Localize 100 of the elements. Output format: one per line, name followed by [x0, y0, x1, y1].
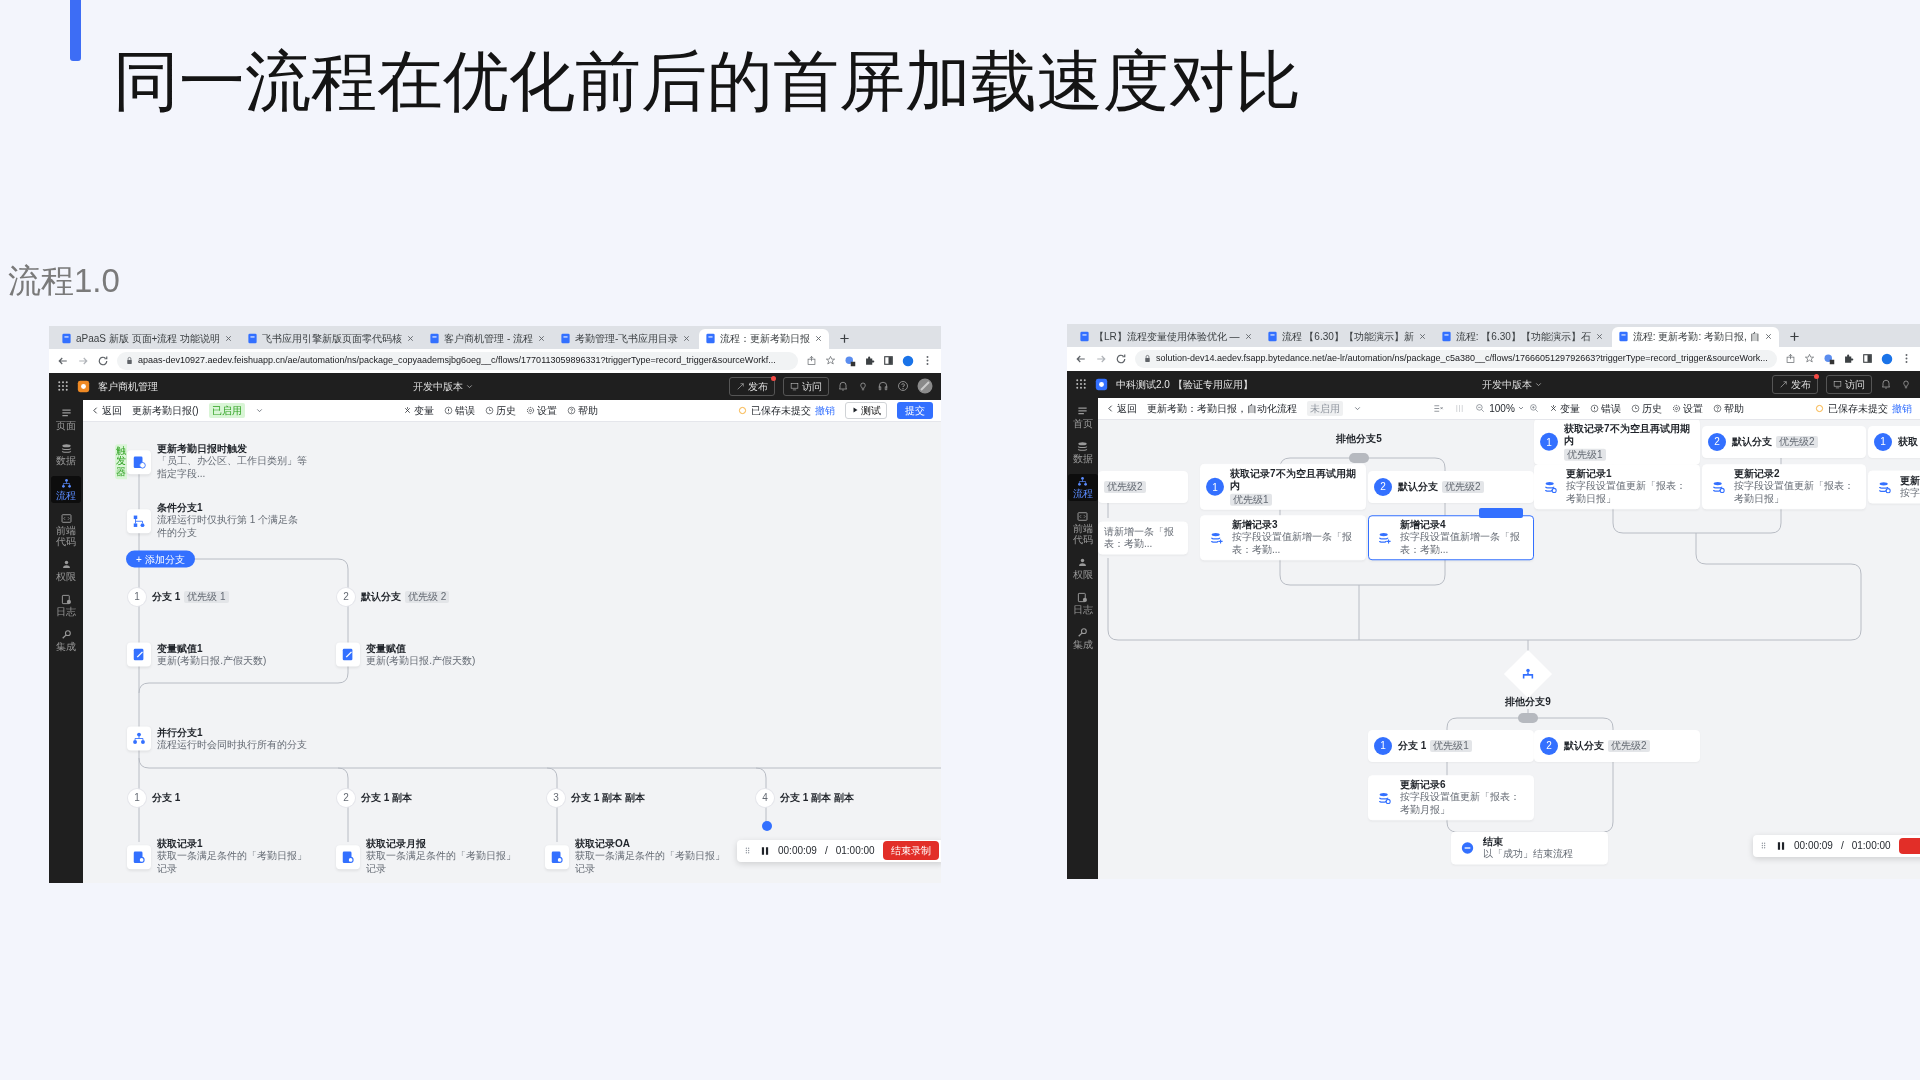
sidebar-item[interactable]: 数据 [1067, 438, 1098, 466]
toolbar-button[interactable]: 帮助 [1712, 400, 1744, 416]
add-branch-button[interactable]: + 添加分支 [126, 550, 195, 568]
app-grid-icon[interactable] [57, 380, 69, 393]
flow-node-card[interactable]: 1 分支 1 优先级1 [1368, 729, 1534, 762]
version-dropdown[interactable]: 开发中版本 [413, 378, 474, 394]
pause-icon[interactable] [760, 845, 770, 856]
browser-tab[interactable]: 【LR】流程变量使用体验优化 — [1073, 326, 1259, 347]
toolbar-button[interactable]: 变量 [1548, 400, 1580, 416]
flow-node-card[interactable]: 更新记录2 按字段设置值更新「报表：考勤日报」 [1702, 464, 1866, 510]
flow-node-card[interactable]: 优先级2 [1098, 470, 1188, 503]
toolbar-button[interactable]: 错误 [1589, 400, 1621, 416]
avatar-icon[interactable] [902, 354, 914, 367]
extension-icon[interactable] [1823, 352, 1835, 365]
browser-tab[interactable]: 流程: 【6.30】【功能演示】石 [1434, 326, 1610, 347]
share-icon[interactable] [1785, 353, 1796, 365]
browser-tab[interactable]: 飞书应用引擎新版页面零代码核 [241, 328, 422, 349]
sidebar-item[interactable]: 集成 [1067, 624, 1098, 652]
flow-node-card[interactable]: 2 默认分支 优先级2 [1702, 425, 1866, 458]
visit-button[interactable]: 访问 [1826, 374, 1872, 394]
share-icon[interactable] [806, 355, 817, 367]
sidebar-item[interactable]: 权限 [51, 556, 81, 584]
help-icon[interactable] [897, 380, 909, 393]
stop-recording-button[interactable]: 结束录制 [882, 841, 939, 861]
sidebar-item[interactable]: 数据 [51, 440, 81, 468]
node-action-bar[interactable] [1479, 507, 1523, 518]
star-icon[interactable] [1804, 353, 1815, 365]
puzzle-icon[interactable] [864, 355, 875, 367]
address-field[interactable]: apaas-dev10927.aedev.feishuapp.cn/ae/automation/ns/package_copyaademsjbg6oeg__c/flows/1770113059896331?triggerType=record_trigger&sourceWorkf... [117, 351, 798, 370]
flow-node-card[interactable]: 更新记录6 按字段设置值更新「报表：考勤月报」 [1368, 775, 1534, 821]
puzzle-icon[interactable] [1843, 353, 1854, 365]
close-icon[interactable] [682, 334, 692, 344]
toolbar-button[interactable]: 设置 [526, 402, 558, 418]
bulb-icon[interactable] [857, 380, 869, 393]
bulb-icon[interactable] [1900, 378, 1912, 391]
close-icon[interactable] [814, 334, 824, 344]
flow-node-card[interactable]: 1 获取记录7不为空且再试用期内 优先级1 [1200, 463, 1366, 511]
browser-tab[interactable]: 流程：更新考勤日报 [699, 328, 830, 349]
avatar-icon[interactable] [917, 378, 933, 395]
extension-icon[interactable] [844, 354, 856, 367]
submit-button[interactable]: 提交 [897, 401, 933, 419]
publish-button[interactable]: 发布 [729, 376, 775, 396]
browser-tab[interactable]: 流程 【6.30】【功能演示】新 [1260, 326, 1433, 347]
sidebar-item[interactable]: 权限 [1067, 554, 1098, 582]
browser-tab[interactable]: 考勤管理-飞书应用目录 [554, 328, 698, 349]
add-node-pill[interactable] [1349, 452, 1369, 463]
back-link[interactable]: 返回 [91, 402, 122, 418]
flow-node-card[interactable]: 新增记录3 按字段设置值新增一条「报表：考勤... [1200, 515, 1366, 561]
close-icon[interactable] [1243, 332, 1253, 342]
zoom-out-icon[interactable] [1475, 403, 1486, 414]
reload-icon[interactable] [97, 354, 109, 367]
sidebar-item[interactable]: 页面 [51, 405, 81, 433]
bell-icon[interactable] [1880, 378, 1892, 391]
close-icon[interactable] [406, 334, 416, 344]
toolbar-button[interactable]: 历史 [1630, 400, 1662, 416]
star-icon[interactable] [825, 355, 836, 367]
toolbar-button[interactable]: 设置 [1671, 400, 1703, 416]
publish-button[interactable]: 发布 [1772, 374, 1818, 394]
flow-node-card[interactable]: 1 获取 [1868, 425, 1920, 458]
sidebar-item[interactable]: 日志 [51, 591, 81, 619]
zoom-in-icon[interactable] [1528, 403, 1539, 414]
stop-recording-button[interactable] [1898, 837, 1920, 854]
test-button[interactable]: 测试 [845, 401, 887, 419]
sidebar-item[interactable]: 流程 [51, 475, 81, 503]
plus-icon[interactable] [839, 332, 851, 344]
sidebar-item[interactable]: 前端代码 [1067, 508, 1098, 547]
sidebar-item[interactable]: 首页 [1067, 403, 1098, 431]
flow-node-card[interactable]: 更新 按字 [1868, 470, 1920, 504]
address-field[interactable]: solution-dev14.aedev.fsapp.bytedance.net/ae-lr/automation/ns/package_c5a380__c/flows/1766605129792663?triggerType=record_trigger&sourceWork... [1135, 349, 1777, 368]
flow-node-card[interactable]: 更新记录1 按字段设置值更新「报表：考勤日报」 [1534, 464, 1700, 510]
app-grid-icon[interactable] [1075, 378, 1087, 391]
headset-icon[interactable] [877, 380, 889, 393]
sidebar-icon[interactable] [883, 355, 894, 367]
undo-link[interactable]: 撤销 [1892, 400, 1912, 416]
sidebar-item[interactable]: 集成 [51, 626, 81, 654]
avatar-icon[interactable] [1881, 352, 1893, 365]
toolbar-button[interactable]: 帮助 [567, 402, 599, 418]
plus-icon[interactable] [1788, 330, 1800, 342]
flow-node-card[interactable]: 2 默认分支 优先级2 [1368, 470, 1534, 503]
flow-node-card[interactable]: 结束 以「成功」结束流程 [1451, 831, 1608, 865]
sidebar-item[interactable]: 日志 [1067, 589, 1098, 617]
bell-icon[interactable] [837, 380, 849, 393]
flow-node-card[interactable]: 新增记录4 按字段设置值新增一条「报表：考勤... [1368, 515, 1534, 561]
add-node-dot[interactable] [762, 820, 772, 831]
close-icon[interactable] [537, 334, 547, 344]
drag-handle-icon[interactable] [1759, 841, 1768, 851]
browser-tab[interactable]: 流程: 更新考勤: 考勤日报, 自 [1611, 326, 1779, 347]
browser-tab[interactable]: 客户商机管理 - 流程 [423, 328, 553, 349]
back-link[interactable]: 返回 [1106, 400, 1137, 416]
collapse-icon[interactable] [1433, 402, 1445, 414]
flow-node-card[interactable]: 请新增一条「报表：考勤... [1098, 521, 1188, 555]
sidebar-icon[interactable] [1862, 353, 1873, 365]
reload-icon[interactable] [1115, 352, 1127, 365]
add-node-pill[interactable] [1518, 712, 1538, 723]
toolbar-button[interactable]: 历史 [485, 402, 517, 418]
flow-node-card[interactable]: 2 默认分支 优先级2 [1534, 729, 1700, 762]
close-icon[interactable] [224, 334, 234, 344]
undo-link[interactable]: 撤销 [815, 402, 835, 418]
pause-icon[interactable] [1776, 840, 1786, 851]
visit-button[interactable]: 访问 [783, 376, 829, 396]
